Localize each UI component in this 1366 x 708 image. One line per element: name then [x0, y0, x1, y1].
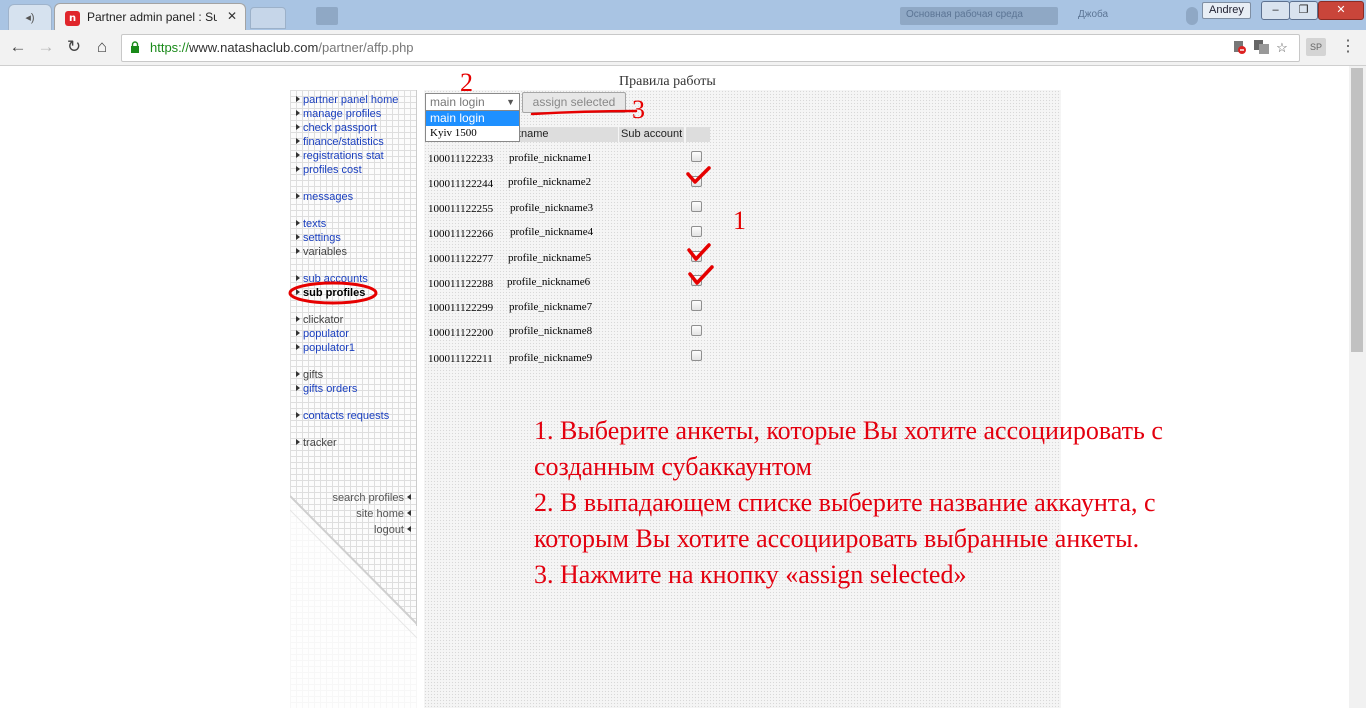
circle-sub-profiles-annotation — [288, 281, 378, 305]
new-tab-button[interactable] — [250, 7, 286, 29]
scrollbar-thumb[interactable] — [1351, 68, 1363, 352]
instruction-line: созданным субаккаунтом — [534, 452, 812, 481]
url-scheme: https:// — [150, 40, 190, 55]
annotation-strokes — [288, 109, 714, 305]
address-bar[interactable]: https://www.natashaclub.com/partner/affp… — [121, 34, 1300, 62]
speaker-icon: ◂) — [25, 12, 35, 24]
taskbar-blur-text-1: Основная рабочая среда — [906, 9, 1023, 20]
lock-icon — [131, 41, 139, 53]
window-close-icon[interactable]: ✕ — [1318, 1, 1364, 20]
page-viewport: partner panel home manage profiles check… — [0, 66, 1349, 708]
vertical-scrollbar[interactable] — [1349, 66, 1366, 708]
window-titlebar: ◂) n Partner admin panel : Sub ✕ Основна… — [0, 0, 1366, 31]
home-icon[interactable]: ⌂ — [91, 36, 113, 58]
bookmark-star-icon[interactable]: ☆ — [1274, 40, 1290, 56]
url-path: /partner/affp.php — [318, 40, 414, 55]
forward-arrow-icon[interactable]: → — [35, 36, 57, 58]
extension-sp-icon[interactable]: SP — [1306, 38, 1326, 56]
instructions-text: 1. Выберите анкеты, которые Вы хотите ас… — [534, 413, 1294, 593]
close-tab-icon[interactable]: ✕ — [227, 9, 237, 23]
profile-user-badge[interactable]: Andrey — [1202, 2, 1251, 19]
instruction-line: которым Вы хотите ассоциировать выбранны… — [534, 524, 1140, 553]
taskbar-thumb — [316, 7, 338, 25]
check-mark-row5-icon — [687, 243, 711, 261]
reload-icon[interactable]: ↻ — [63, 36, 85, 58]
url-host: www.natashaclub.com — [189, 40, 319, 55]
site-favicon-icon: n — [65, 11, 80, 26]
taskbar-blur-2 — [1186, 7, 1198, 25]
check-mark-row2-icon — [686, 166, 711, 184]
taskbar-blur-text-2: Джоба — [1078, 9, 1109, 20]
underline-assign-annotation — [530, 109, 638, 116]
url-text: https://www.natashaclub.com/partner/affp… — [150, 40, 414, 55]
maximize-icon[interactable]: ❐ — [1289, 1, 1318, 20]
browser-menu-icon[interactable]: ⋮ — [1340, 37, 1356, 57]
browser-toolbar: ← → ↻ ⌂ https://www.natashaclub.com/part… — [0, 30, 1366, 66]
minimize-icon[interactable]: – — [1261, 1, 1290, 20]
translate-icon[interactable] — [1253, 40, 1269, 56]
blocked-icon[interactable] — [1231, 40, 1247, 56]
check-mark-row6-icon — [688, 265, 714, 285]
tab-audio[interactable]: ◂) — [8, 4, 52, 31]
tab-title: Partner admin panel : Sub — [87, 10, 217, 24]
instruction-line: 1. Выберите анкеты, которые Вы хотите ас… — [534, 416, 1163, 445]
tab-partner-admin[interactable]: n Partner admin panel : Sub ✕ — [54, 3, 246, 31]
instruction-line: 3. Нажмите на кнопку «assign selected» — [534, 560, 967, 589]
back-arrow-icon[interactable]: ← — [7, 36, 29, 58]
instruction-line: 2. В выпадающем списке выберите название… — [534, 488, 1156, 517]
